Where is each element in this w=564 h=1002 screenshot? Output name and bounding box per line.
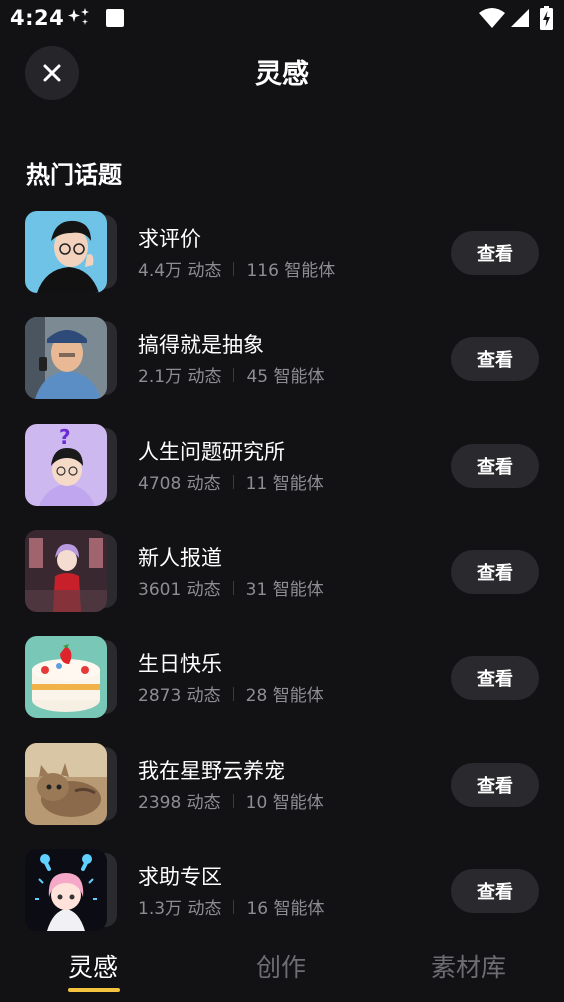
topic-meta: 2398 动态 10 智能体 — [138, 788, 324, 813]
agent-count: 16 智能体 — [246, 899, 325, 919]
avatar-image — [25, 211, 107, 293]
tab-indicator — [68, 988, 120, 992]
topic-title: 我在星野云养宠 — [138, 759, 285, 783]
divider — [232, 686, 234, 701]
tab-create[interactable]: 创作 — [256, 948, 306, 984]
post-count: 2398 动态 — [138, 793, 221, 813]
post-count: 4708 动态 — [138, 474, 221, 494]
topic-thumbnail: ? — [25, 424, 117, 506]
notification-icon — [106, 9, 124, 27]
view-button[interactable]: 查看 — [451, 656, 539, 700]
inspiration-screen: 4:24 灵感 热门话题 求评价 4.4万 动态 116 智能体 查看 搞得就是… — [0, 0, 564, 1002]
topic-item[interactable]: 我在星野云养宠 2398 动态 10 智能体 查看 — [0, 743, 564, 827]
tab-assets[interactable]: 素材库 — [431, 948, 506, 984]
svg-text:?: ? — [59, 425, 71, 449]
post-count: 2873 动态 — [138, 686, 221, 706]
divider — [233, 899, 235, 914]
battery-charging-icon — [540, 6, 553, 30]
topic-meta: 4708 动态 11 智能体 — [138, 469, 324, 494]
topic-title: 生日快乐 — [138, 652, 222, 676]
post-count: 2.1万 动态 — [138, 367, 222, 387]
topic-item[interactable]: 求评价 4.4万 动态 116 智能体 查看 — [0, 211, 564, 295]
topic-title: 搞得就是抽象 — [138, 333, 264, 357]
avatar-image — [25, 317, 107, 399]
agent-count: 11 智能体 — [245, 474, 324, 494]
topic-meta: 2873 动态 28 智能体 — [138, 681, 324, 706]
view-button[interactable]: 查看 — [451, 550, 539, 594]
topic-meta: 3601 动态 31 智能体 — [138, 575, 324, 600]
section-title: 热门话题 — [26, 161, 122, 189]
topic-thumbnail — [25, 743, 117, 825]
post-count: 1.3万 动态 — [138, 899, 222, 919]
divider — [233, 261, 235, 276]
avatar-image — [25, 849, 107, 931]
topic-title: 求评价 — [138, 227, 201, 251]
page-title: 灵感 — [255, 59, 309, 90]
avatar-image — [25, 530, 107, 612]
topic-item[interactable]: 求助专区 1.3万 动态 16 智能体 查看 — [0, 849, 564, 933]
signal-icon — [511, 9, 529, 27]
topic-thumbnail — [25, 211, 117, 293]
topic-title: 求助专区 — [138, 865, 222, 889]
cat-image — [25, 743, 107, 825]
topic-item[interactable]: 新人报道 3601 动态 31 智能体 查看 — [0, 530, 564, 614]
status-bar: 4:24 — [0, 0, 564, 38]
topic-item[interactable]: ? 人生问题研究所 4708 动态 11 智能体 查看 — [0, 424, 564, 508]
tab-inspiration[interactable]: 灵感 — [68, 948, 118, 984]
view-button[interactable]: 查看 — [451, 337, 539, 381]
view-button[interactable]: 查看 — [451, 763, 539, 807]
agent-count: 10 智能体 — [245, 793, 324, 813]
avatar-image: ? — [25, 424, 107, 506]
status-time: 4:24 — [10, 6, 65, 30]
sparkle-icon — [68, 8, 89, 25]
cake-image — [25, 636, 107, 718]
topic-item[interactable]: 搞得就是抽象 2.1万 动态 45 智能体 查看 — [0, 317, 564, 401]
topic-title: 人生问题研究所 — [138, 440, 285, 464]
bottom-tab-bar: 灵感 创作 素材库 — [0, 940, 564, 1002]
agent-count: 28 智能体 — [245, 686, 324, 706]
agent-count: 45 智能体 — [246, 367, 325, 387]
topic-thumbnail — [25, 849, 117, 931]
agent-count: 31 智能体 — [245, 580, 324, 600]
topic-meta: 4.4万 动态 116 智能体 — [138, 256, 335, 281]
view-button[interactable]: 查看 — [451, 869, 539, 913]
topic-thumbnail — [25, 317, 117, 399]
topic-meta: 2.1万 动态 45 智能体 — [138, 362, 325, 387]
post-count: 4.4万 动态 — [138, 261, 222, 281]
divider — [232, 474, 234, 489]
post-count: 3601 动态 — [138, 580, 221, 600]
topic-thumbnail — [25, 636, 117, 718]
topic-item[interactable]: 生日快乐 2873 动态 28 智能体 查看 — [0, 636, 564, 720]
divider — [233, 367, 235, 382]
view-button[interactable]: 查看 — [451, 444, 539, 488]
topic-meta: 1.3万 动态 16 智能体 — [138, 894, 325, 919]
wifi-icon — [479, 8, 505, 28]
topic-thumbnail — [25, 530, 117, 612]
divider — [232, 793, 234, 808]
divider — [232, 580, 234, 595]
view-button[interactable]: 查看 — [451, 231, 539, 275]
topic-title: 新人报道 — [138, 546, 222, 570]
agent-count: 116 智能体 — [246, 261, 336, 281]
